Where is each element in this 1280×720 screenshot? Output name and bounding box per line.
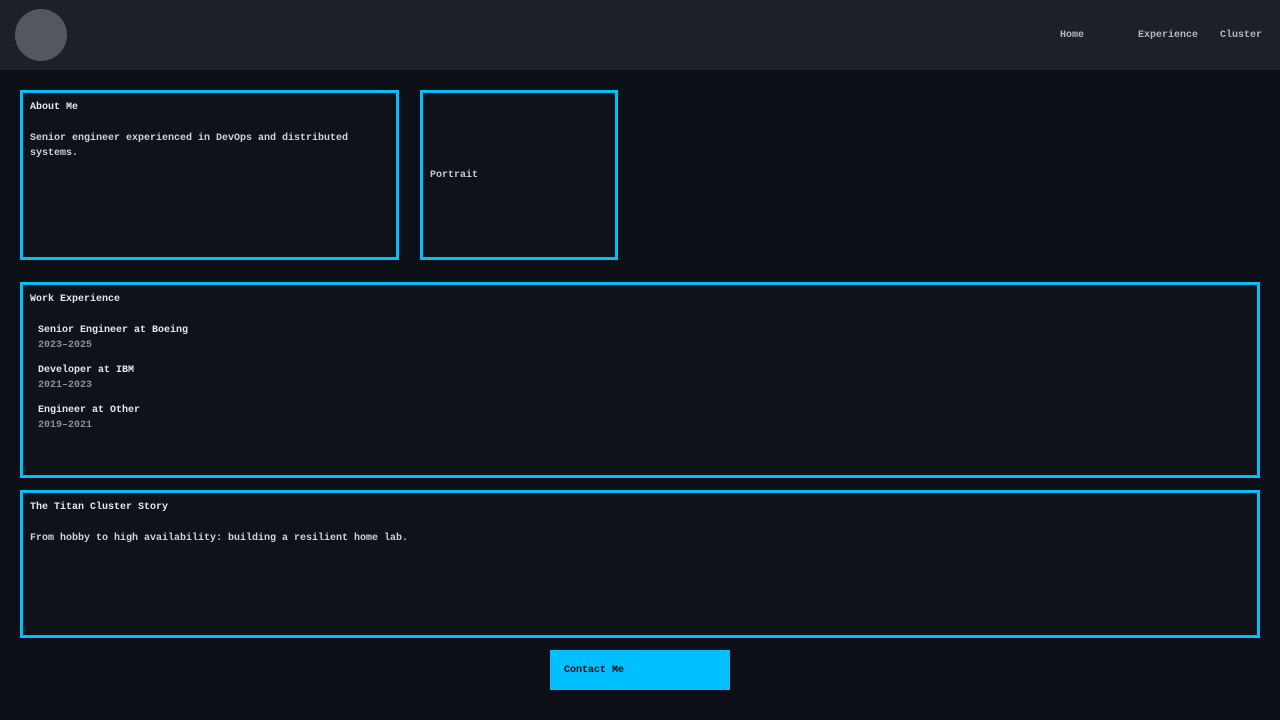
experience-years: 2023–2025 xyxy=(38,338,1250,353)
experience-role: Senior Engineer at Boeing xyxy=(38,323,1250,338)
experience-role: Developer at IBM xyxy=(38,363,1250,378)
navbar: Home Experience Cluster xyxy=(0,0,1280,70)
top-row: About Me Senior engineer experienced in … xyxy=(20,90,1260,260)
nav-link-cluster[interactable]: Cluster xyxy=(1220,30,1262,41)
nav-link-home[interactable]: Home xyxy=(1060,30,1084,41)
work-experience-title: Work Experience xyxy=(30,292,1250,307)
cluster-story-body: From hobby to high availability: buildin… xyxy=(30,531,1250,546)
portrait-card: Portrait xyxy=(420,90,618,260)
contact-row: Contact Me xyxy=(20,650,1260,690)
main-content: About Me Senior engineer experienced in … xyxy=(0,70,1280,710)
avatar[interactable] xyxy=(15,9,67,61)
contact-button[interactable]: Contact Me xyxy=(550,650,730,690)
nav-links: Home Experience Cluster xyxy=(1060,30,1262,41)
nav-link-experience[interactable]: Experience xyxy=(1138,30,1198,41)
experience-entry: Engineer at Other 2019–2021 xyxy=(38,403,1250,433)
work-experience-card: Work Experience Senior Engineer at Boein… xyxy=(20,282,1260,478)
experience-years: 2021–2023 xyxy=(38,378,1250,393)
about-body: Senior engineer experienced in DevOps an… xyxy=(30,131,389,161)
experience-entry: Developer at IBM 2021–2023 xyxy=(38,363,1250,393)
experience-years: 2019–2021 xyxy=(38,418,1250,433)
portrait-label: Portrait xyxy=(430,170,478,181)
cluster-story-card: The Titan Cluster Story From hobby to hi… xyxy=(20,490,1260,638)
experience-role: Engineer at Other xyxy=(38,403,1250,418)
about-title: About Me xyxy=(30,100,389,115)
about-card: About Me Senior engineer experienced in … xyxy=(20,90,399,260)
experience-entry: Senior Engineer at Boeing 2023–2025 xyxy=(38,323,1250,353)
experience-entries: Senior Engineer at Boeing 2023–2025 Deve… xyxy=(38,323,1250,433)
cluster-story-title: The Titan Cluster Story xyxy=(30,500,1250,515)
